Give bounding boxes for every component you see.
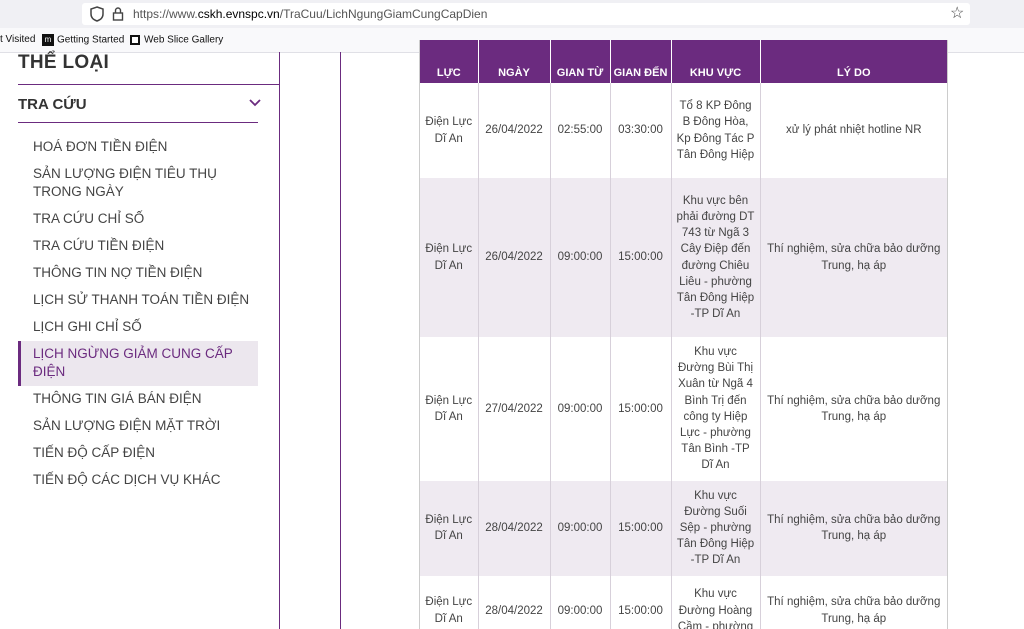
col-header-ly-do: LÝ DO [760,40,947,83]
cell-time-to: 15:00:00 [610,178,672,337]
table-row: Điện Lực Dĩ An 28/04/2022 09:00:00 15:00:00… [420,575,947,629]
table-row: Điện Lực Dĩ An 28/04/2022 09:00:00 15:00:00… [420,480,947,576]
col-header-den: GIAN ĐẾN [610,40,672,83]
lock-icon[interactable] [112,6,124,22]
bookmark-label: Getting Started [57,34,125,46]
content-divider [340,52,341,629]
sidebar-menu: HOÁ ĐƠN TIỀN ĐIỆN SẢN LƯỢNG ĐIỆN TIÊU THỤ… [18,134,258,494]
bookmark-getting-started[interactable]: m Getting Started [42,34,124,47]
category-title: THỂ LOẠI [18,52,110,73]
cell-time-to: 15:00:00 [610,337,672,481]
cell-date: 28/04/2022 [478,575,551,629]
sidebar-item[interactable]: THÔNG TIN NỢ TIỀN ĐIỆN [18,260,258,287]
cell-area: Khu vực Đường Suối Sệp - phường Tân Đông… [671,480,761,576]
cell-time-from: 09:00:00 [550,575,611,629]
cell-reason: Thí nghiệm, sửa chữa bảo dưỡng Trung, hạ… [767,394,941,423]
cell-area: Khu vực bên phải đường DT 743 từ Ngã 3 C… [671,178,761,337]
sidebar-item[interactable]: THÔNG TIN GIÁ BÁN ĐIỆN [18,386,258,413]
bookmark-web-slice-gallery[interactable]: Web Slice Gallery [129,34,223,47]
cell-area: Tổ 8 KP Đông B Đông Hòa, Kp Đông Tác P T… [671,83,761,178]
table-row: Điện Lực Dĩ An 26/04/2022 09:00:00 15:00:00… [420,178,947,337]
url-text[interactable]: https://www.cskh.evnspc.vn/TraCuu/LichNg… [133,5,487,23]
cell-reason: Thí nghiệm, sửa chữa bảo dưỡng Trung, hạ… [760,178,947,337]
col-header-dien-luc: LỰC [420,40,479,83]
shield-icon[interactable] [90,6,104,22]
table-row: Điện Lực Dĩ An 27/04/2022 09:00:00 15:00:00… [420,337,947,481]
cell-date: 27/04/2022 [478,337,551,481]
sidebar-item[interactable]: TIẾN ĐỘ CÁC DỊCH VỤ KHÁC [18,467,258,494]
col-header-tu: GIAN TỪ [550,40,611,83]
sidebar-item[interactable]: HOÁ ĐƠN TIỀN ĐIỆN [18,134,258,161]
section-toggle-tra-cuu[interactable]: TRA CỨU [18,96,87,113]
sidebar-item[interactable]: LỊCH GHI CHỈ SỐ [18,314,258,341]
cell-reason: Thí nghiệm, sửa chữa bảo dưỡng Trung, hạ… [767,596,941,625]
col-header-ngay: NGÀY [478,40,551,83]
cell-dien-luc: Điện Lực Dĩ An [420,337,479,481]
cell-time-from: 09:00:00 [550,178,611,337]
cell-time-to: 15:00:00 [610,575,672,629]
cell-time-to: 03:30:00 [610,83,672,178]
sidebar-item[interactable]: LỊCH SỬ THANH TOÁN TIỀN ĐIỆN [18,287,258,314]
cell-date: 26/04/2022 [478,83,551,178]
cell-date: 26/04/2022 [478,178,551,337]
chevron-down-icon[interactable] [248,96,262,110]
web-slice-icon [130,35,140,45]
cell-reason: Thí nghiệm, sửa chữa bảo dưỡng Trung, hạ… [760,480,947,576]
cell-dien-luc: Điện Lực Dĩ An [420,83,479,178]
category-divider [18,84,279,85]
table-row: Điện Lực Dĩ An 26/04/2022 02:55:00 03:30:00… [420,83,947,178]
cell-dien-luc: Điện Lực Dĩ An [420,480,479,576]
sidebar-item[interactable]: SẢN LƯỢNG ĐIỆN TIÊU THỤ TRONG NGÀY [18,161,258,206]
section-divider [18,122,258,123]
cell-time-from: 09:00:00 [550,337,611,481]
sidebar-item[interactable]: TIẾN ĐỘ CẤP ĐIỆN [18,440,258,467]
cell-area: Khu vực Đường Bùi Thị Xuân từ Ngã 4 Bình… [671,337,761,481]
browser-toolbar: https://www.cskh.evnspc.vn/TraCuu/LichNg… [0,0,1024,28]
outage-schedule-table-container[interactable]: LỰC NGÀY GIAN TỪ GIAN ĐẾN KHU VỰC LÝ DO … [419,40,948,629]
bookmark-star-icon[interactable]: ☆ [950,4,964,24]
sidebar: THỂ LOẠI TRA CỨU HOÁ ĐƠN TIỀN ĐIỆN SẢN LƯ… [0,52,280,629]
sidebar-item[interactable]: TRA CỨU CHỈ SỐ [18,206,258,233]
table-header-row: LỰC NGÀY GIAN TỪ GIAN ĐẾN KHU VỰC LÝ DO [420,40,947,83]
cell-time-from: 09:00:00 [550,480,611,576]
bookmark-label: Web Slice Gallery [144,34,224,46]
cell-dien-luc: Điện Lực Dĩ An [420,575,479,629]
cell-date: 28/04/2022 [478,480,551,576]
cell-dien-luc: Điện Lực Dĩ An [420,178,479,337]
col-header-khu-vuc: KHU VỰC [671,40,761,83]
cell-reason: xử lý phát nhiệt hotline NR [785,124,922,137]
getting-started-icon: m [42,34,54,46]
sidebar-item[interactable]: SẢN LƯỢNG ĐIỆN MẶT TRỜI [18,413,258,440]
cell-area: Khu vực Đường Hoàng Cầm - phường [671,575,761,629]
cell-time-to: 15:00:00 [610,480,672,576]
bookmark-most-visited[interactable]: t Visited [0,34,35,46]
sidebar-item[interactable]: TRA CỨU TIỀN ĐIỆN [18,233,258,260]
outage-schedule-table: LỰC NGÀY GIAN TỪ GIAN ĐẾN KHU VỰC LÝ DO … [420,40,947,629]
cell-time-from: 02:55:00 [550,83,611,178]
sidebar-item[interactable]: LỊCH NGỪNG GIẢM CUNG CẤP ĐIỆN [18,341,258,386]
